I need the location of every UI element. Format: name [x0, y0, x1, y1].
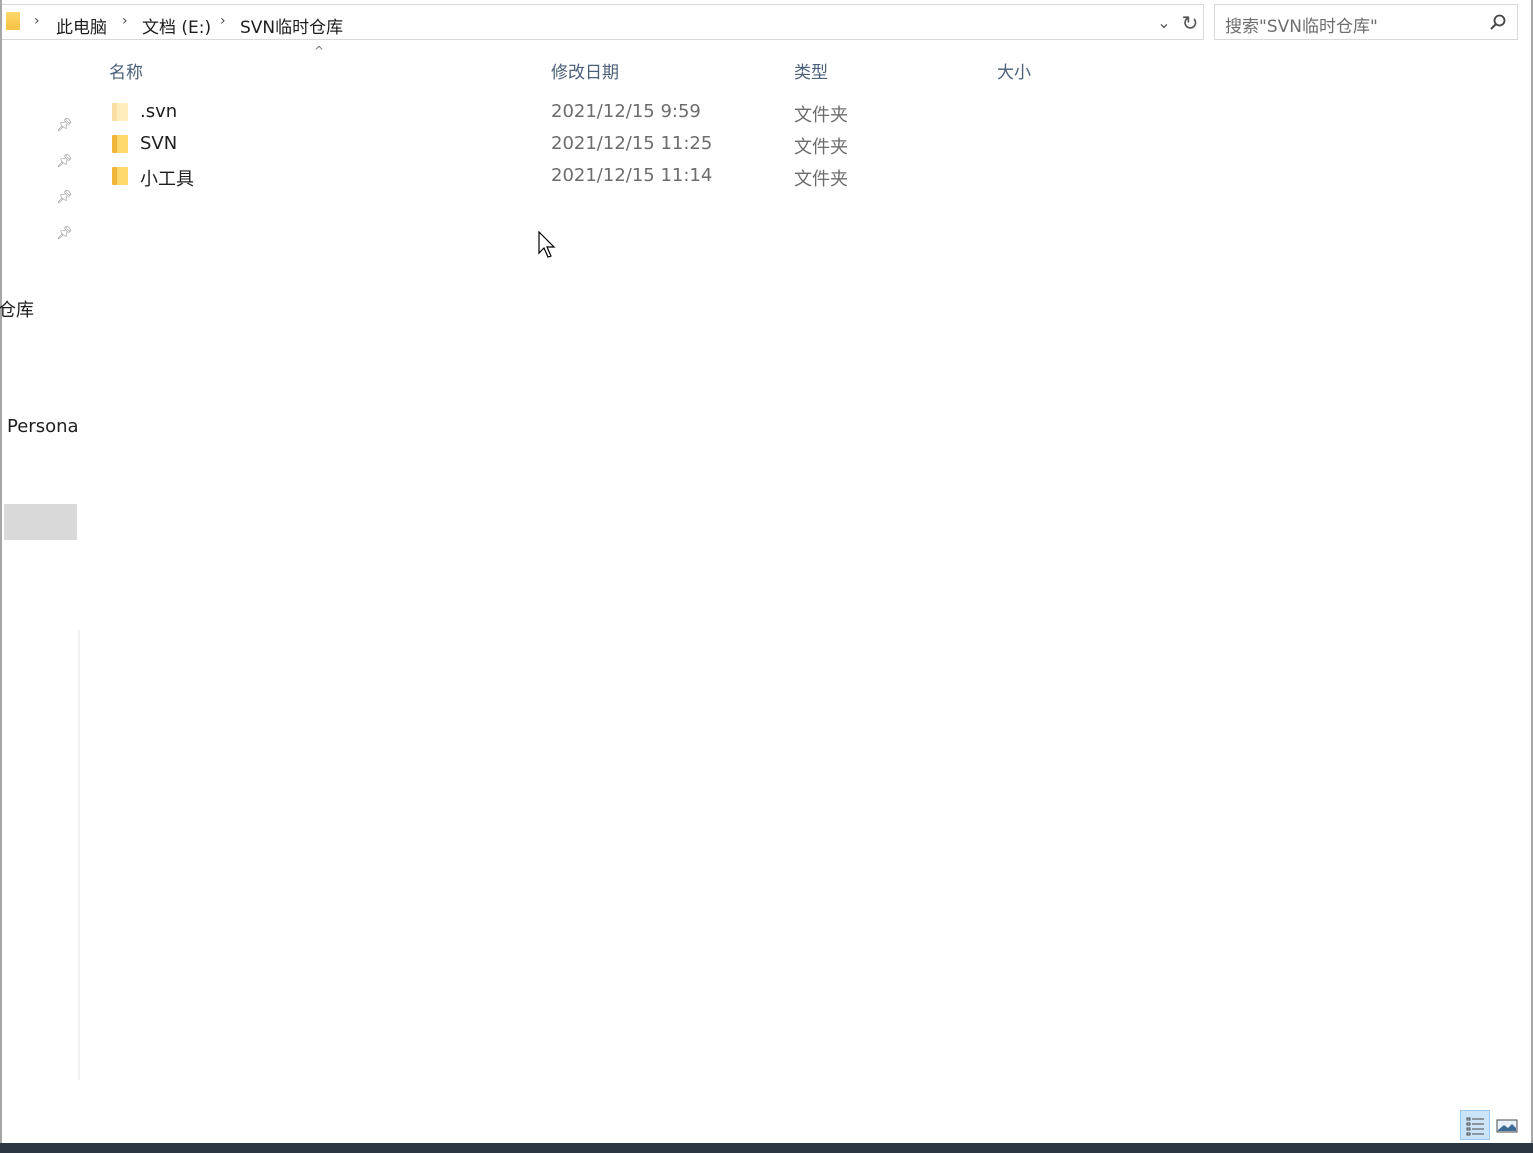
breadcrumb-this-pc[interactable]: 此电脑 [56, 13, 107, 38]
file-name: 小工具 [140, 169, 194, 190]
file-type: 文件夹 [794, 105, 848, 126]
column-header-name[interactable]: 名称 [109, 58, 143, 83]
nav-item-selected[interactable] [4, 504, 77, 540]
list-item[interactable]: SVN 2021/12/15 11:25 文件夹 [102, 130, 1102, 160]
details-view-icon [1466, 1117, 1484, 1136]
search-placeholder: 搜索"SVN临时仓库" [1225, 17, 1378, 37]
search-icon[interactable] [1489, 13, 1507, 31]
file-name: SVN [140, 133, 178, 154]
column-header-size[interactable]: 大小 [997, 58, 1031, 83]
chevron-right-icon[interactable]: › [122, 13, 128, 29]
mouse-cursor-icon [538, 231, 556, 258]
folder-icon [112, 103, 128, 121]
pin-icon[interactable]: 📌︎ [56, 226, 73, 242]
refresh-icon[interactable]: ↻ [1178, 11, 1202, 35]
folder-icon [112, 167, 128, 185]
nav-item-repo[interactable]: 仓库 [0, 296, 34, 322]
address-bar[interactable]: › 此电脑 › 文档 (E:) › SVN临时仓库 ⌄ ↻ [2, 4, 1204, 40]
file-date: 2021/12/15 9:59 [551, 101, 701, 122]
list-item[interactable]: .svn 2021/12/15 9:59 文件夹 [102, 98, 1102, 128]
pin-icon[interactable]: 📌︎ [56, 190, 73, 206]
breadcrumb-current-folder[interactable]: SVN临时仓库 [240, 13, 343, 38]
file-date: 2021/12/15 11:25 [551, 133, 713, 154]
sort-ascending-icon: ^ [314, 44, 325, 58]
column-header-type[interactable]: 类型 [794, 58, 828, 83]
taskbar [0, 1143, 1533, 1153]
file-name: .svn [140, 101, 178, 122]
search-input[interactable]: 搜索"SVN临时仓库" [1214, 4, 1518, 40]
breadcrumb-drive-e[interactable]: 文档 (E:) [142, 13, 211, 38]
folder-icon [112, 135, 128, 153]
file-type: 文件夹 [794, 169, 848, 190]
column-header-date[interactable]: 修改日期 [551, 58, 619, 83]
folder-icon [6, 12, 20, 30]
details-view-button[interactable] [1460, 1110, 1490, 1140]
file-date: 2021/12/15 11:14 [551, 165, 713, 186]
chevron-right-icon[interactable]: › [34, 13, 40, 29]
chevron-down-icon[interactable]: ⌄ [1154, 13, 1174, 33]
file-explorer-window: › 此电脑 › 文档 (E:) › SVN临时仓库 ⌄ ↻ 搜索"SVN临时仓库… [0, 0, 1533, 1153]
nav-pane-divider[interactable] [78, 630, 80, 1080]
list-item[interactable]: 小工具 2021/12/15 11:14 文件夹 [102, 162, 1102, 192]
pin-icon[interactable]: 📌︎ [56, 118, 73, 134]
pin-icon[interactable]: 📌︎ [56, 154, 73, 170]
nav-item-personal[interactable]: Persona [7, 416, 79, 437]
large-icons-view-icon [1496, 1119, 1518, 1133]
chevron-right-icon[interactable]: › [220, 13, 226, 29]
large-icons-view-button[interactable] [1492, 1110, 1522, 1140]
file-type: 文件夹 [794, 137, 848, 158]
